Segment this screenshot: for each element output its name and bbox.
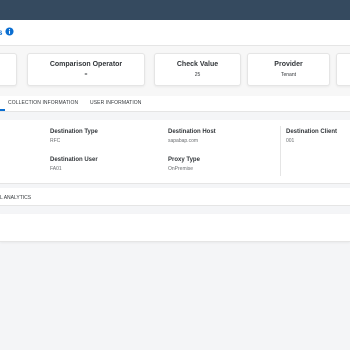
kpi-card-partial [0, 53, 17, 86]
page-header: s [0, 20, 350, 46]
active-tab-indicator [0, 109, 5, 111]
destination-client-value: 001 [286, 138, 295, 144]
info-icon[interactable] [5, 27, 14, 36]
destination-type-value: RFC [50, 138, 61, 144]
tab-bar: COLLECTION INFORMATION USER INFORMATION [0, 96, 350, 112]
card-check-value[interactable]: Check Value 25 [154, 53, 241, 86]
card-value: Tenant [280, 72, 296, 78]
analytics-section-title: L ANALYTICS [0, 195, 32, 201]
column-divider [280, 126, 281, 176]
analytics-section-panel [0, 214, 350, 242]
card-label: Check Value [176, 61, 219, 68]
proxy-type-value: OnPremise [168, 166, 194, 172]
destination-type-label: Destination Type [50, 129, 98, 135]
shell-header-bar [0, 0, 350, 20]
analytics-section-header[interactable] [0, 188, 350, 206]
card-value: = [84, 72, 88, 78]
card-value: 25 [194, 72, 201, 78]
card-provider[interactable]: Provider Tenant [247, 53, 330, 86]
destination-host-label: Destination Host [168, 129, 216, 135]
card-label: Comparison Operator [49, 61, 123, 68]
destination-host-value: sapabap.com [168, 138, 199, 144]
kpi-card-partial [336, 53, 350, 86]
destination-user-label: Destination User [50, 157, 98, 163]
page-title: s [0, 28, 3, 37]
tab-user-information[interactable]: USER INFORMATION [90, 98, 142, 108]
card-comparison-operator[interactable]: Comparison Operator = [27, 53, 145, 86]
proxy-type-label: Proxy Type [168, 157, 200, 163]
destination-user-value: FA01 [50, 166, 62, 172]
destination-client-label: Destination Client [286, 129, 338, 135]
tab-collection-information[interactable]: COLLECTION INFORMATION [8, 98, 78, 108]
card-label: Provider [274, 61, 303, 68]
